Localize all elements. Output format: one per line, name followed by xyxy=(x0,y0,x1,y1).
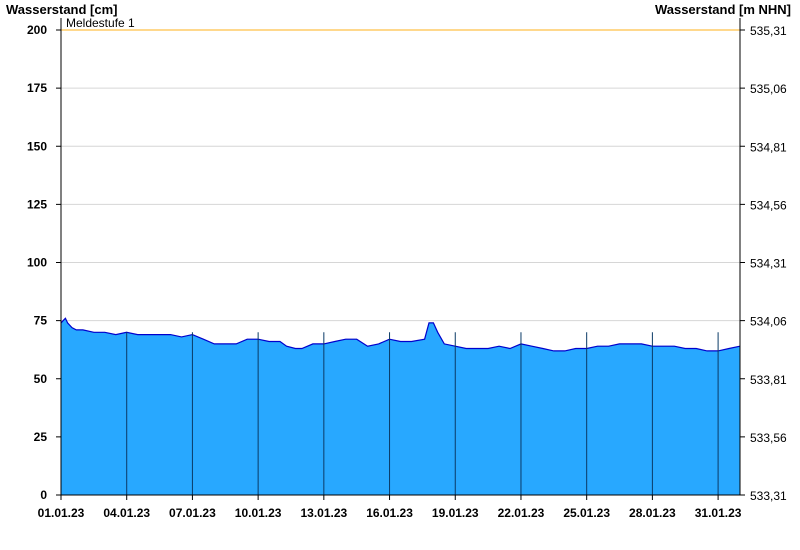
right-axis-title: Wasserstand [m NHN] xyxy=(655,2,791,17)
left-axis-title: Wasserstand [cm] xyxy=(6,2,118,17)
y-tick-label-right: 534,56 xyxy=(750,198,787,212)
reference-line-label: Meldestufe 1 xyxy=(66,16,135,30)
y-tick-label-left: 200 xyxy=(27,23,47,37)
x-tick-label: 25.01.23 xyxy=(563,506,610,520)
area-layer xyxy=(60,317,741,495)
y-tick-label-left: 125 xyxy=(27,197,47,211)
y-tick-label-right: 535,06 xyxy=(750,82,787,96)
x-tick-label: 28.01.23 xyxy=(629,506,676,520)
x-tick-label: 07.01.23 xyxy=(169,506,216,520)
y-tick-label-right: 534,81 xyxy=(750,140,787,154)
y-tick-label-left: 175 xyxy=(27,81,47,95)
y-tick-label-right: 533,56 xyxy=(750,431,787,445)
y-tick-label-right: 533,81 xyxy=(750,373,787,387)
x-tick-label: 16.01.23 xyxy=(366,506,413,520)
y-tick-label-right: 533,31 xyxy=(750,489,787,503)
y-tick-label-left: 50 xyxy=(34,372,48,386)
water-level-area xyxy=(61,318,740,495)
x-tick-label: 19.01.23 xyxy=(432,506,479,520)
x-tick-label: 22.01.23 xyxy=(498,506,545,520)
x-tick-label: 04.01.23 xyxy=(103,506,150,520)
y-tick-label-left: 150 xyxy=(27,139,47,153)
x-tick-label: 13.01.23 xyxy=(300,506,347,520)
water-level-chart: 0 533,31 25 533,56 50 533,81 75 534,06 100 534,31… xyxy=(6,2,791,520)
y-tick-label-right: 534,06 xyxy=(750,315,787,329)
y-tick-label-left: 0 xyxy=(40,488,47,502)
y-tick-label-left: 25 xyxy=(34,430,48,444)
y-tick-label-left: 100 xyxy=(27,256,47,270)
y-tick-label-left: 75 xyxy=(34,314,48,328)
x-tick-label: 10.01.23 xyxy=(235,506,282,520)
y-tick-label-right: 535,31 xyxy=(750,24,787,38)
y-tick-label-right: 534,31 xyxy=(750,257,787,271)
x-tick-label: 01.01.23 xyxy=(38,506,85,520)
x-tick-label: 31.01.23 xyxy=(695,506,742,520)
